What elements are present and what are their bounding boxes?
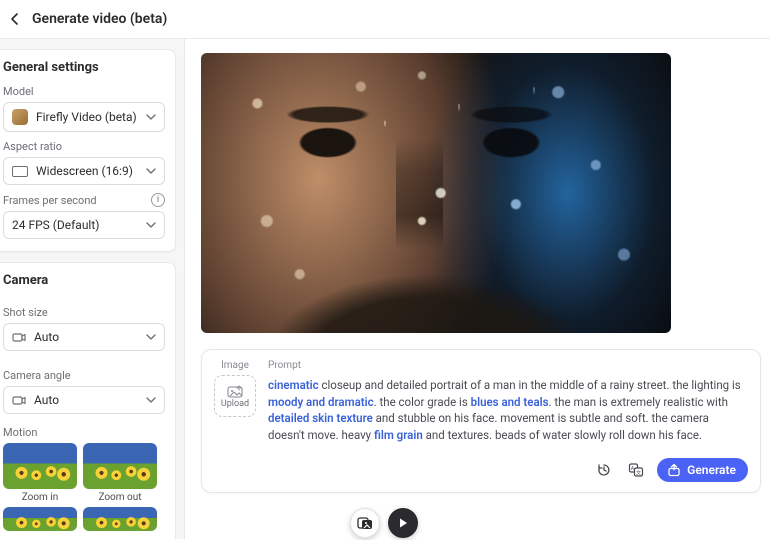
firefly-icon: [12, 109, 28, 125]
angle-label: Camera angle: [3, 369, 165, 382]
play-icon: [397, 517, 409, 529]
page-title: Generate video (beta): [32, 11, 167, 27]
chevron-down-icon: [146, 112, 156, 122]
chevron-left-icon: [9, 13, 21, 25]
motion-extra-1[interactable]: [3, 507, 77, 531]
info-icon[interactable]: i: [151, 193, 165, 207]
back-button[interactable]: [6, 10, 24, 28]
compare-button[interactable]: [350, 508, 380, 538]
angle-select[interactable]: Auto: [3, 386, 165, 414]
motion-thumb-row: Zoom in Zoom out: [3, 443, 165, 503]
prompt-actions: A文 Generate: [268, 458, 748, 482]
fps-label: Frames per second i: [3, 193, 165, 207]
chevron-down-icon: [146, 166, 156, 176]
floating-playback-controls: [350, 508, 418, 538]
aspect-label: Aspect ratio: [3, 140, 165, 153]
generate-button[interactable]: Generate: [657, 458, 748, 482]
prompt-textarea[interactable]: cinematic closeup and detailed portrait …: [268, 377, 748, 444]
thumb-image: [3, 507, 77, 531]
fps-value: 24 FPS (Default): [12, 218, 99, 232]
image-upload-column: Image Upload: [214, 360, 256, 482]
generate-label: Generate: [687, 463, 736, 477]
camera-heading: Camera: [3, 273, 165, 288]
fps-label-text: Frames per second: [3, 194, 97, 207]
thumb-image: [83, 507, 157, 531]
svg-text:文: 文: [636, 469, 641, 476]
general-heading: General settings: [3, 60, 165, 75]
motion-zoom-in[interactable]: Zoom in: [3, 443, 77, 503]
panel-general-settings: General settings Model Firefly Video (be…: [0, 49, 176, 252]
camera-icon: [12, 330, 26, 344]
model-select[interactable]: Firefly Video (beta): [3, 102, 165, 132]
upload-button[interactable]: Upload: [214, 375, 256, 417]
preview-image: [201, 53, 671, 333]
panel-camera: Camera Shot size Auto Camera angle: [0, 262, 176, 539]
history-icon: [596, 462, 612, 478]
translate-button[interactable]: A文: [625, 459, 647, 481]
prompt-box: Image Upload Prompt cinematic closeup an…: [201, 349, 761, 493]
image-label: Image: [221, 360, 249, 371]
chevron-down-icon: [146, 395, 156, 405]
angle-value: Auto: [34, 393, 59, 407]
content-area: Image Upload Prompt cinematic closeup an…: [185, 39, 770, 539]
play-button[interactable]: [388, 508, 418, 538]
camera-icon: [12, 393, 26, 407]
main-layout: General settings Model Firefly Video (be…: [0, 39, 770, 539]
shot-value: Auto: [34, 330, 59, 344]
prompt-label: Prompt: [268, 360, 748, 371]
video-preview[interactable]: [201, 53, 671, 333]
sidebar: General settings Model Firefly Video (be…: [0, 39, 185, 539]
thumb-caption: Zoom out: [98, 492, 141, 503]
fps-select[interactable]: 24 FPS (Default): [3, 211, 165, 239]
model-label: Model: [3, 85, 165, 98]
shot-select[interactable]: Auto: [3, 323, 165, 351]
thumb-caption: Zoom in: [22, 492, 59, 503]
aspect-value: Widescreen (16:9): [36, 164, 133, 178]
chevron-down-icon: [146, 332, 156, 342]
share-icon: [667, 463, 681, 477]
upload-caption: Upload: [221, 399, 249, 409]
motion-zoom-out[interactable]: Zoom out: [83, 443, 157, 503]
history-button[interactable]: [593, 459, 615, 481]
thumb-image: [83, 443, 157, 489]
motion-thumb-row-2: [3, 507, 165, 531]
aspect-select[interactable]: Widescreen (16:9): [3, 157, 165, 185]
translate-icon: A文: [628, 462, 644, 478]
widescreen-icon: [12, 166, 28, 177]
topbar: Generate video (beta): [0, 0, 770, 39]
upload-icon: [227, 384, 243, 398]
shot-label: Shot size: [3, 306, 165, 319]
prompt-column: Prompt cinematic closeup and detailed po…: [268, 360, 748, 482]
image-compare-icon: [357, 516, 373, 530]
chevron-down-icon: [146, 220, 156, 230]
thumb-image: [3, 443, 77, 489]
motion-extra-2[interactable]: [83, 507, 157, 531]
model-value: Firefly Video (beta): [36, 110, 137, 124]
motion-label: Motion: [3, 426, 165, 439]
